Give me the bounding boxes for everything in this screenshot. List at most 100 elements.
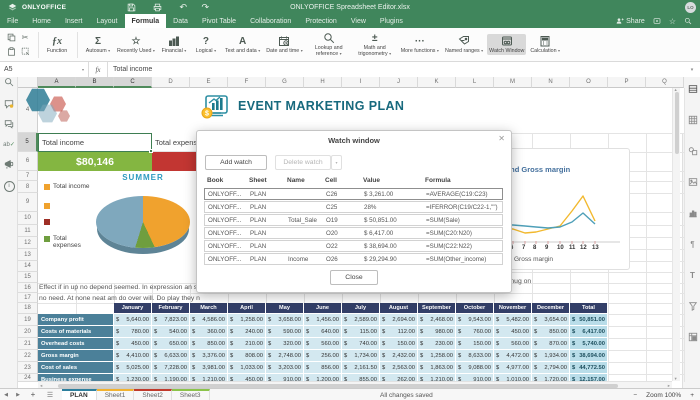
sheet-list-button[interactable]: ☰ — [42, 389, 58, 400]
table-cell[interactable]: $870.00 — [532, 338, 570, 350]
table-cell[interactable]: $230.00 — [418, 338, 456, 350]
table-cell[interactable]: $112.00 — [380, 326, 418, 338]
table-cell[interactable]: $360.00 — [190, 326, 228, 338]
table-cell[interactable]: $808.00 — [228, 350, 266, 362]
share-button[interactable]: Share — [616, 17, 645, 25]
month-header-august[interactable]: August — [380, 303, 418, 314]
table-cell[interactable]: $1,456.00 — [304, 314, 342, 326]
table-cell[interactable]: $4,472.00 — [494, 350, 532, 362]
paragraph-settings-icon[interactable]: ¶ — [687, 238, 699, 250]
month-header-december[interactable]: December — [532, 303, 570, 314]
toolbar-watch-window-button[interactable]: Watch Window — [487, 34, 526, 55]
selection-handle[interactable] — [149, 149, 153, 153]
row-header-24[interactable]: 24 — [18, 374, 38, 382]
sheet-tab-plan[interactable]: PLAN — [62, 389, 97, 400]
row-header-12[interactable]: 12 — [18, 237, 38, 249]
redo-button[interactable]: ↷ — [198, 2, 212, 13]
table-cell[interactable]: $9,543.00 — [456, 314, 494, 326]
toolbar-function-button[interactable]: ƒxFunction — [42, 34, 72, 55]
toolbar-logical-button[interactable]: ?Logical ▾ — [191, 34, 221, 55]
table-cell[interactable]: $2,589.00 — [342, 314, 380, 326]
menu-tab-plugins[interactable]: Plugins — [373, 14, 410, 28]
table-cell[interactable]: $7,228.00 — [152, 362, 190, 374]
table-cell[interactable]: $1,258.00 — [418, 350, 456, 362]
table-cell[interactable]: $856.00 — [304, 362, 342, 374]
add-sheet-button[interactable]: + — [24, 389, 42, 400]
toolbar-text-and-data-button[interactable]: AText and data ▾ — [223, 34, 262, 55]
table-cell[interactable]: $560.00 — [494, 338, 532, 350]
table-cell[interactable]: $4,586.00 — [190, 314, 228, 326]
favorite-star-icon[interactable]: ☆ — [669, 17, 676, 26]
vertical-scrollbar[interactable]: ▴ ▾ — [672, 88, 680, 381]
pie-chart[interactable] — [96, 196, 190, 248]
formula-bar-collapse-icon[interactable]: ▾ — [684, 62, 700, 77]
table-cell[interactable]: $540.00 — [152, 326, 190, 338]
chart-settings-icon[interactable] — [687, 207, 699, 219]
table-settings-icon[interactable] — [687, 114, 699, 126]
column-header-F[interactable]: F — [228, 77, 266, 88]
table-cell[interactable]: $640.00 — [304, 326, 342, 338]
month-header-november[interactable]: November — [494, 303, 532, 314]
print-button[interactable] — [150, 2, 164, 13]
table-cell[interactable]: $150.00 — [380, 338, 418, 350]
table-row-label[interactable]: Company profit — [38, 314, 114, 326]
table-cell[interactable]: $3,658.00 — [266, 314, 304, 326]
row-header-5[interactable]: 5 — [18, 133, 38, 152]
save-button[interactable] — [124, 2, 138, 13]
table-cell[interactable]: $320.00 — [266, 338, 304, 350]
column-header-Q[interactable]: Q — [646, 77, 684, 88]
table-cell[interactable]: $2,161.50 — [342, 362, 380, 374]
slicer-settings-icon[interactable] — [687, 300, 699, 312]
column-header-D[interactable]: D — [152, 77, 190, 88]
open-file-location-icon[interactable] — [653, 17, 661, 25]
table-row-label[interactable]: Gross margin — [38, 350, 114, 362]
menu-tab-file[interactable]: File — [0, 14, 25, 28]
delete-watch-button[interactable]: Delete watch — [275, 155, 331, 170]
menu-tab-protection[interactable]: Protection — [298, 14, 344, 28]
menu-tab-data[interactable]: Data — [166, 14, 195, 28]
add-watch-button[interactable]: Add watch — [205, 155, 267, 170]
table-cell[interactable]: $8,633.00 — [456, 350, 494, 362]
table-cell[interactable]: $1,934.00 — [532, 350, 570, 362]
table-cell[interactable]: $5,025.00 — [114, 362, 152, 374]
table-cell[interactable]: $650.00 — [152, 338, 190, 350]
row-header-20[interactable]: 20 — [18, 326, 38, 338]
table-cell[interactable]: $450.00 — [494, 326, 532, 338]
table-cell[interactable]: $560.00 — [304, 338, 342, 350]
column-header-L[interactable]: L — [456, 77, 494, 88]
column-header-G[interactable]: G — [266, 77, 304, 88]
table-cell[interactable]: $5,482.00 — [494, 314, 532, 326]
table-total-cell[interactable]: $44,772.50 — [570, 362, 608, 374]
row-header-14[interactable]: 14 — [18, 261, 38, 272]
table-cell[interactable]: $1,033.00 — [228, 362, 266, 374]
table-cell[interactable]: $4,410.00 — [114, 350, 152, 362]
watch-row[interactable]: ONLYOFF...PLANIncomeO26$ 29,294.90=SUM(O… — [204, 253, 503, 265]
table-cell[interactable]: $450.00 — [114, 338, 152, 350]
table-row-label[interactable]: Cost of sales — [38, 362, 114, 374]
table-cell[interactable]: $2,468.00 — [418, 314, 456, 326]
row-header-11[interactable]: 11 — [18, 225, 38, 237]
table-cell[interactable]: $3,981.00 — [190, 362, 228, 374]
table-cell[interactable]: $1,734.00 — [342, 350, 380, 362]
menu-tab-pivot-table[interactable]: Pivot Table — [195, 14, 243, 28]
insert-function-icon[interactable]: fx — [89, 62, 108, 77]
table-cell[interactable]: $4,977.00 — [494, 362, 532, 374]
close-button[interactable]: Close — [330, 270, 378, 285]
table-cell[interactable]: $1,258.00 — [228, 314, 266, 326]
row-header-8[interactable]: 8 — [18, 181, 38, 193]
table-cell[interactable]: $980.00 — [418, 326, 456, 338]
sheet-tab-sheet2[interactable]: Sheet2 — [134, 389, 172, 400]
vscroll-thumb[interactable] — [675, 92, 679, 154]
table-row-label[interactable]: Overhead costs — [38, 338, 114, 350]
row-header-9[interactable]: 9 — [18, 193, 38, 212]
table-cell[interactable]: $2,563.00 — [380, 362, 418, 374]
toolbar-named-ranges-button[interactable]: Named ranges ▾ — [443, 34, 485, 55]
table-cell[interactable]: $2,748.00 — [266, 350, 304, 362]
column-header-J[interactable]: J — [380, 77, 418, 88]
column-header-A[interactable]: A — [38, 77, 76, 88]
table-cell[interactable]: $3,654.00 — [532, 314, 570, 326]
menu-tab-collaboration[interactable]: Collaboration — [243, 14, 298, 28]
table-cell[interactable]: $210.00 — [228, 338, 266, 350]
table-cell[interactable]: $590.00 — [266, 326, 304, 338]
column-header-C[interactable]: C — [114, 77, 152, 88]
